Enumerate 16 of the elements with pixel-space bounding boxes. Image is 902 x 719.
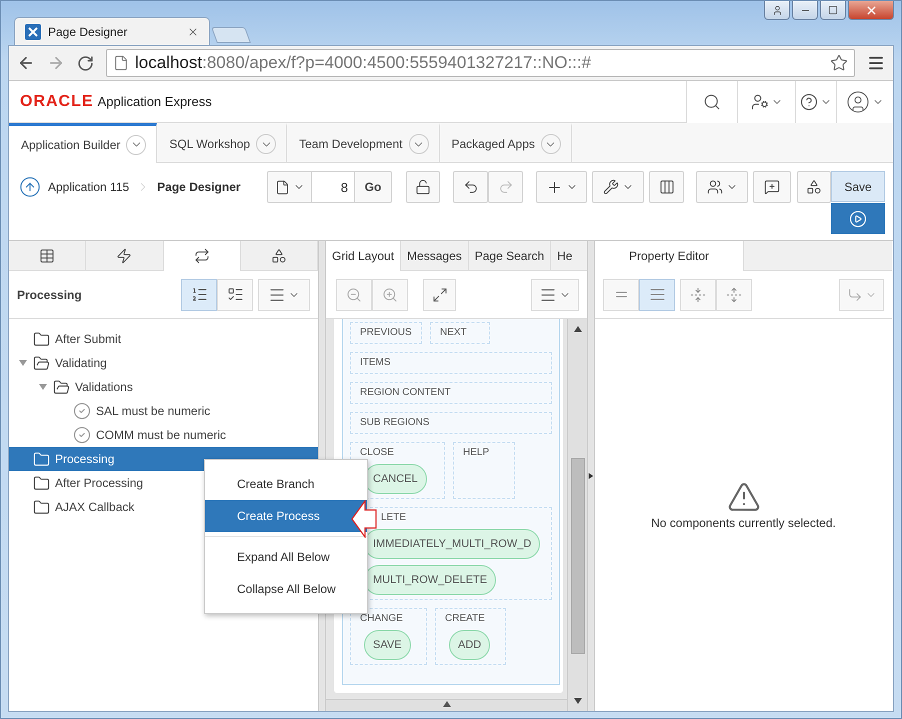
slot-label: PREVIOUS xyxy=(360,327,412,338)
empty-message: No components currently selected. xyxy=(651,516,836,530)
slot-label: CREATE xyxy=(445,613,485,624)
slot-label: NEXT xyxy=(440,327,467,338)
tab-title: Page Designer xyxy=(48,24,128,38)
slot-label: HELP xyxy=(463,447,490,458)
slot-label: ITEMS xyxy=(360,357,391,368)
panel-title: Processing xyxy=(17,288,83,302)
slot-label: REGION CONTENT xyxy=(360,387,451,398)
slot-label: SUB REGIONS xyxy=(360,417,430,428)
slot-label: CHANGE xyxy=(360,613,403,624)
slot-label: CLOSE xyxy=(360,447,394,458)
product-name: Application Express xyxy=(98,94,213,109)
breadcrumb-current: Page Designer xyxy=(157,180,241,194)
brand-logo: ORACLE xyxy=(20,92,94,110)
slot-label: LETE xyxy=(381,512,406,523)
